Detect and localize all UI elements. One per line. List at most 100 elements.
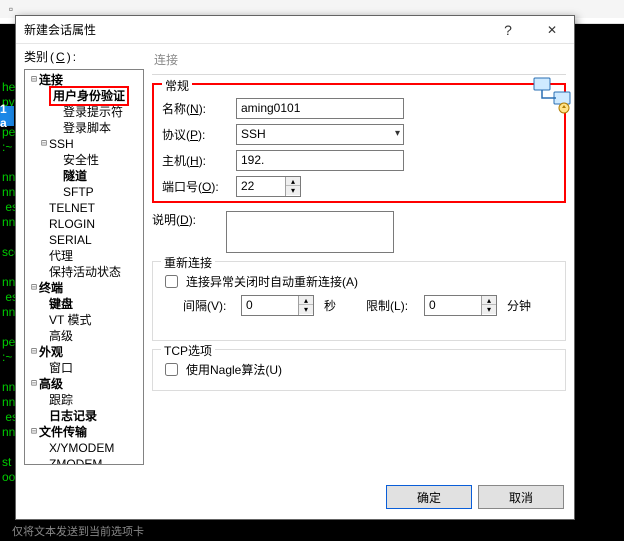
tree-item-9[interactable]: RLOGIN <box>25 216 143 232</box>
spin-down-icon[interactable]: ▾ <box>299 305 313 314</box>
expand-icon[interactable]: ⊟ <box>29 72 39 88</box>
network-icon <box>532 76 572 114</box>
tree-label: 安全性 <box>63 152 99 168</box>
interval-spinner[interactable]: ▴▾ <box>241 295 314 316</box>
tree-item-2[interactable]: 登录提示符 <box>25 104 143 120</box>
port-input[interactable] <box>237 177 285 196</box>
tree-label: SERIAL <box>49 232 92 248</box>
expand-icon[interactable]: ⊟ <box>29 424 39 440</box>
tree-label: TELNET <box>49 200 95 216</box>
reconnect-legend: 重新连接 <box>161 254 215 271</box>
protocol-label: 协议(P): <box>162 126 236 143</box>
tree-label: X/YMODEM <box>49 440 114 456</box>
reconnect-group: 重新连接 连接异常关闭时自动重新连接(A) 间隔(V): ▴▾ 秒 限制(L): <box>152 261 566 341</box>
host-input[interactable] <box>236 150 404 171</box>
dialog-title: 新建会话属性 <box>24 21 486 38</box>
auto-reconnect-checkbox[interactable]: 连接异常关闭时自动重新连接(A) <box>161 272 557 291</box>
limit-spinner[interactable]: ▴▾ <box>424 295 497 316</box>
tree-label: 窗口 <box>49 360 73 376</box>
close-icon: ✕ <box>547 23 557 37</box>
tree-item-5[interactable]: 安全性 <box>25 152 143 168</box>
host-label: 主机(H): <box>162 152 236 169</box>
tree-item-8[interactable]: TELNET <box>25 200 143 216</box>
general-group: 常规 名称(N): 协议(P): SSH ▾ 主机(H): <box>152 83 566 203</box>
tree-label: 登录脚本 <box>63 120 111 136</box>
tcp-legend: TCP选项 <box>161 342 215 359</box>
spin-up-icon[interactable]: ▴ <box>482 296 496 305</box>
tree-item-1[interactable]: 用户身份验证 <box>25 88 143 104</box>
spin-down-icon[interactable]: ▾ <box>482 305 496 314</box>
limit-input[interactable] <box>425 296 481 315</box>
tree-item-7[interactable]: SFTP <box>25 184 143 200</box>
interval-label: 间隔(V): <box>183 297 235 314</box>
help-icon: ? <box>504 22 512 38</box>
tree-label: SFTP <box>63 184 94 200</box>
tree-item-13[interactable]: ⊟终端 <box>25 280 143 296</box>
tree-item-17[interactable]: ⊟外观 <box>25 344 143 360</box>
category-label: 类别(C): <box>24 48 144 65</box>
protocol-select[interactable]: SSH <box>236 124 404 145</box>
cancel-button[interactable]: 取消 <box>478 485 564 509</box>
status-bar: 仅将文本发送到当前选项卡 <box>12 523 144 539</box>
name-label: 名称(N): <box>162 100 236 117</box>
spin-down-icon[interactable]: ▾ <box>286 186 300 195</box>
tree-label: 日志记录 <box>49 408 97 424</box>
tree-label: 保持活动状态 <box>49 264 121 280</box>
tree-item-3[interactable]: 登录脚本 <box>25 120 143 136</box>
tree-label: 终端 <box>39 280 63 296</box>
tree-item-11[interactable]: 代理 <box>25 248 143 264</box>
close-button[interactable]: ✕ <box>530 16 574 44</box>
tree-label: 用户身份验证 <box>49 86 129 106</box>
spin-up-icon[interactable]: ▴ <box>299 296 313 305</box>
desc-label: 说明(D): <box>152 211 226 228</box>
toolbar-icon: ▫ <box>4 2 18 16</box>
tree-label: 文件传输 <box>39 424 87 440</box>
tree-item-16[interactable]: 高级 <box>25 328 143 344</box>
tree-item-20[interactable]: 跟踪 <box>25 392 143 408</box>
expand-icon[interactable]: ⊟ <box>29 280 39 296</box>
tree-item-4[interactable]: ⊟SSH <box>25 136 143 152</box>
description-textarea[interactable] <box>226 211 394 253</box>
tree-label: 键盘 <box>49 296 73 312</box>
name-input[interactable] <box>236 98 404 119</box>
tree-item-12[interactable]: 保持活动状态 <box>25 264 143 280</box>
tree-item-24[interactable]: ZMODEM <box>25 456 143 465</box>
general-legend: 常规 <box>162 77 192 94</box>
tcp-group: TCP选项 使用Nagle算法(U) <box>152 349 566 391</box>
tree-label: 外观 <box>39 344 63 360</box>
expand-icon[interactable]: ⊟ <box>39 136 49 152</box>
expand-icon[interactable]: ⊟ <box>29 344 39 360</box>
tree-label: 高级 <box>39 376 63 392</box>
tree-item-14[interactable]: 键盘 <box>25 296 143 312</box>
tree-label: ZMODEM <box>49 456 102 465</box>
nagle-checkbox[interactable]: 使用Nagle算法(U) <box>161 360 557 379</box>
tree-item-23[interactable]: X/YMODEM <box>25 440 143 456</box>
dialog-titlebar: 新建会话属性 ? ✕ <box>16 16 574 44</box>
ok-button[interactable]: 确定 <box>386 485 472 509</box>
interval-input[interactable] <box>242 296 298 315</box>
tree-item-22[interactable]: ⊟文件传输 <box>25 424 143 440</box>
tree-item-18[interactable]: 窗口 <box>25 360 143 376</box>
tree-label: 跟踪 <box>49 392 73 408</box>
limit-label: 限制(L): <box>366 297 418 314</box>
tree-item-19[interactable]: ⊟高级 <box>25 376 143 392</box>
port-spinner[interactable]: ▴▾ <box>236 176 301 197</box>
session-tab-indicator[interactable]: 1 a <box>0 106 14 126</box>
page-header: 连接 <box>152 44 566 74</box>
tree-item-6[interactable]: 隧道 <box>25 168 143 184</box>
tree-label: 登录提示符 <box>63 104 123 120</box>
help-button[interactable]: ? <box>486 16 530 44</box>
tree-label: VT 模式 <box>49 312 91 328</box>
tree-item-10[interactable]: SERIAL <box>25 232 143 248</box>
tree-label: RLOGIN <box>49 216 95 232</box>
tree-label: SSH <box>49 136 74 152</box>
tree-label: 代理 <box>49 248 73 264</box>
category-tree[interactable]: ⊟连接用户身份验证登录提示符登录脚本⊟SSH安全性隧道SFTPTELNETRLO… <box>24 69 144 465</box>
tree-item-21[interactable]: 日志记录 <box>25 408 143 424</box>
port-label: 端口号(O): <box>162 178 236 195</box>
new-session-properties-dialog: 新建会话属性 ? ✕ 类别(C): ⊟连接用户身份验证登录提示符登录脚本⊟SSH… <box>15 15 575 520</box>
tree-label: 高级 <box>49 328 73 344</box>
expand-icon[interactable]: ⊟ <box>29 376 39 392</box>
tree-item-15[interactable]: VT 模式 <box>25 312 143 328</box>
spin-up-icon[interactable]: ▴ <box>286 177 300 186</box>
